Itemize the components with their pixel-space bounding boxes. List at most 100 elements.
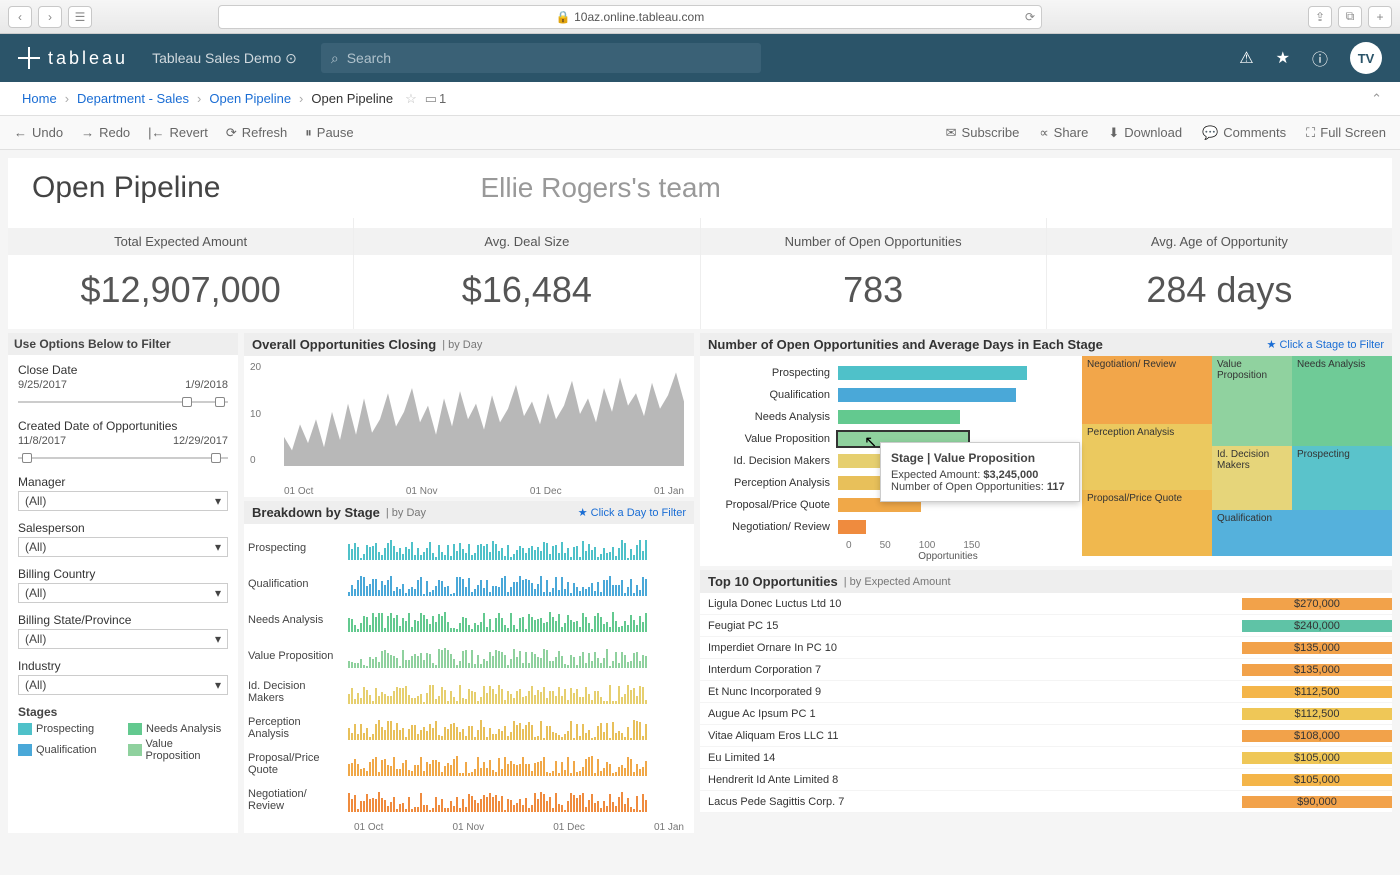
salesperson-select[interactable]: (All)▾	[18, 537, 228, 557]
treemap-cell[interactable]: Id. Decision Makers	[1212, 446, 1292, 510]
share-icon[interactable]: ⇪	[1308, 6, 1332, 28]
top10-row[interactable]: Interdum Corporation 7 $135,000	[700, 659, 1392, 681]
top10-row[interactable]: Vitae Aliquam Eros LLC 11 $108,000	[700, 725, 1392, 747]
new-tab-button[interactable]: +	[1368, 6, 1392, 28]
breakdown-row[interactable]: Value Proposition	[248, 638, 690, 674]
project-dropdown[interactable]: Tableau Sales Demo ⊙	[152, 50, 297, 67]
stage-treemap[interactable]: Negotiation/ ReviewPerception AnalysisPr…	[1082, 356, 1392, 556]
avatar[interactable]: TV	[1350, 42, 1382, 74]
search-icon: ⌕	[331, 50, 339, 67]
tabs-icon[interactable]: ⧉	[1338, 6, 1362, 28]
brand-text: tableau	[48, 48, 128, 69]
address-bar[interactable]: 🔒 10az.online.tableau.com ⟳	[218, 5, 1042, 29]
close-date-slider[interactable]	[18, 395, 228, 409]
industry-select[interactable]: (All)▾	[18, 675, 228, 695]
country-select[interactable]: (All)▾	[18, 583, 228, 603]
top10-row[interactable]: Ligula Donec Luctus Ltd 10 $270,000	[700, 593, 1392, 615]
redo-button[interactable]: →Redo	[81, 125, 130, 140]
tableau-logo[interactable]: tableau	[18, 47, 128, 69]
share-button[interactable]: ∝Share	[1039, 125, 1088, 141]
dashboard-title-row: Open Pipeline Ellie Rogers's team	[8, 158, 1392, 218]
breakdown-row[interactable]: Negotiation/ Review	[248, 782, 690, 818]
page-title: Open Pipeline	[32, 171, 220, 205]
revert-button[interactable]: |←Revert	[148, 125, 208, 140]
top10-row[interactable]: Hendrerit Id Ante Limited 8 $105,000	[700, 769, 1392, 791]
share-icon: ∝	[1039, 125, 1048, 141]
subscribe-button[interactable]: ✉Subscribe	[946, 125, 1020, 141]
kpi-label: Avg. Deal Size	[354, 228, 699, 255]
project-name: Tableau Sales Demo	[152, 50, 281, 66]
breakdown-row[interactable]: Perception Analysis	[248, 710, 690, 746]
overall-closing-chart[interactable]: 20100	[244, 356, 694, 486]
breadcrumb-home[interactable]: Home	[22, 91, 57, 106]
kpi-row: Total Expected Amount $12,907,000 Avg. D…	[8, 218, 1392, 329]
breakdown-row[interactable]: Qualification	[248, 566, 690, 602]
treemap-cell[interactable]: Needs Analysis	[1292, 356, 1392, 446]
manager-select[interactable]: (All)▾	[18, 491, 228, 511]
fullscreen-icon: ⛶	[1306, 125, 1315, 141]
stage-panel: Number of Open Opportunities and Average…	[700, 333, 1392, 566]
refresh-button[interactable]: ⟳Refresh	[226, 125, 287, 141]
top10-row[interactable]: Augue Ac Ipsum PC 1 $112,500	[700, 703, 1392, 725]
breadcrumb-dept[interactable]: Department - Sales	[77, 91, 189, 106]
breakdown-chart[interactable]: Prospecting Qualification Needs Analysis…	[244, 524, 694, 822]
kpi-label: Avg. Age of Opportunity	[1047, 228, 1392, 255]
reload-icon[interactable]: ⟳	[1025, 10, 1035, 24]
top10-row[interactable]: Imperdiet Ornare In PC 10 $135,000	[700, 637, 1392, 659]
treemap-cell[interactable]: Negotiation/ Review	[1082, 356, 1212, 424]
legend-item[interactable]: Needs Analysis	[128, 723, 228, 735]
filters-panel: Use Options Below to Filter Close Date 9…	[8, 333, 238, 833]
breakdown-row[interactable]: Id. Decision Makers	[248, 674, 690, 710]
treemap-cell[interactable]: Perception Analysis	[1082, 424, 1212, 490]
top10-row[interactable]: Et Nunc Incorporated 9 $112,500	[700, 681, 1392, 703]
undo-button[interactable]: ←Undo	[14, 125, 63, 140]
created-date-slider[interactable]	[18, 451, 228, 465]
stage-bar-row[interactable]: Needs Analysis	[708, 406, 1068, 428]
back-button[interactable]: ‹	[8, 6, 32, 28]
breakdown-row[interactable]: Proposal/Price Quote	[248, 746, 690, 782]
breadcrumb-current: Open Pipeline	[311, 91, 393, 106]
top10-row[interactable]: Lacus Pede Sagittis Corp. 7 $90,000	[700, 791, 1392, 813]
treemap-cell[interactable]: Qualification	[1212, 510, 1392, 556]
chevron-down-icon: ▾	[215, 586, 221, 600]
treemap-cell[interactable]: Value Proposition	[1212, 356, 1292, 446]
fullscreen-button[interactable]: ⛶Full Screen	[1306, 125, 1386, 141]
download-button[interactable]: ⬇Download	[1108, 125, 1182, 141]
lock-icon: 🔒	[556, 10, 571, 24]
mail-icon: ✉	[946, 125, 957, 141]
kpi-label: Number of Open Opportunities	[701, 228, 1046, 255]
top10-row[interactable]: Feugiat PC 15 $240,000	[700, 615, 1392, 637]
treemap-cell[interactable]: Proposal/Price Quote	[1082, 490, 1212, 556]
collapse-icon[interactable]: ⌃	[1371, 91, 1382, 107]
legend-item[interactable]: Value Proposition	[128, 738, 228, 762]
chevron-down-icon: ▾	[215, 540, 221, 554]
top10-row[interactable]: Eu Limited 14 $105,000	[700, 747, 1392, 769]
comments-button[interactable]: 💬Comments	[1202, 125, 1286, 141]
legend-item[interactable]: Qualification	[18, 738, 118, 762]
overall-closing-panel: Overall Opportunities Closing| by Day 20…	[244, 333, 694, 497]
breakdown-row[interactable]: Needs Analysis	[248, 602, 690, 638]
stage-bar-row[interactable]: Prospecting	[708, 362, 1068, 384]
breakdown-row[interactable]: Prospecting	[248, 530, 690, 566]
favorite-icon[interactable]: ★	[1276, 48, 1290, 68]
pause-button[interactable]: ⏸Pause	[305, 125, 353, 141]
stage-bar-chart[interactable]: Stage | Value Proposition Expected Amoun…	[700, 356, 1076, 566]
stage-bar-row[interactable]: Qualification	[708, 384, 1068, 406]
filters-header: Use Options Below to Filter	[8, 333, 238, 355]
url-text: 10az.online.tableau.com	[574, 10, 704, 24]
forward-button[interactable]: ›	[38, 6, 62, 28]
views-count: 1	[439, 91, 446, 106]
treemap-cell[interactable]: Prospecting	[1292, 446, 1392, 510]
star-icon[interactable]: ☆	[405, 91, 417, 107]
view-toolbar: ←Undo →Redo |←Revert ⟳Refresh ⏸Pause ✉Su…	[0, 116, 1400, 150]
breadcrumb-workbook[interactable]: Open Pipeline	[209, 91, 291, 106]
state-select[interactable]: (All)▾	[18, 629, 228, 649]
stage-bar-row[interactable]: Negotiation/ Review	[708, 516, 1068, 538]
chevron-down-icon: ▾	[215, 494, 221, 508]
pause-icon: ⏸	[305, 125, 312, 141]
sidebar-toggle[interactable]: ☰	[68, 6, 92, 28]
info-icon[interactable]: ⓘ	[1312, 46, 1328, 70]
legend-item[interactable]: Prospecting	[18, 723, 118, 735]
search-input[interactable]: ⌕ Search	[321, 43, 761, 73]
alert-icon[interactable]: ⚠	[1239, 48, 1253, 68]
